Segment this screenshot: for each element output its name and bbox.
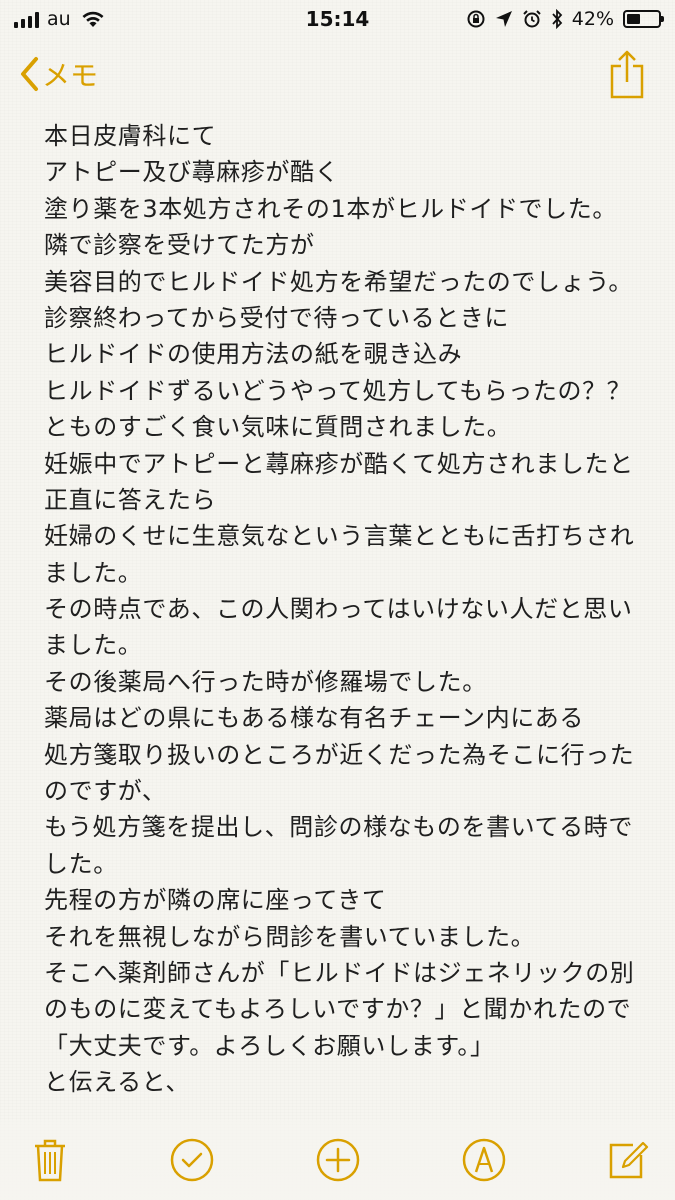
chevron-left-icon xyxy=(21,57,38,91)
battery-percent: 42% xyxy=(571,8,614,30)
bottom-toolbar xyxy=(0,1120,675,1200)
note-line: 正直に答えたら xyxy=(44,485,217,514)
note-line: そこへ薬剤師さんが「ヒルドイドはジェネリックの別 xyxy=(44,958,635,987)
note-line: 「大丈夫です。よろしくお願いします。」 xyxy=(44,1031,495,1060)
battery-icon xyxy=(623,10,664,28)
note-line: のですが、 xyxy=(44,777,167,806)
note-line: のものに変えてもよろしいですか？」と聞かれたので xyxy=(44,995,632,1024)
back-label: メモ xyxy=(42,59,99,92)
checklist-button[interactable] xyxy=(168,1136,216,1184)
note-line: アトピー及び蕁麻疹が酷く xyxy=(44,158,340,187)
note-line: ました。 xyxy=(44,558,143,587)
note-line: 本日皮膚科にて xyxy=(44,122,217,150)
location-icon xyxy=(495,11,512,27)
pen-icon xyxy=(462,1138,506,1182)
orientation-lock-icon xyxy=(467,10,485,28)
nav-bar: メモ xyxy=(0,40,675,110)
battery-level xyxy=(627,14,640,24)
trash-icon xyxy=(35,1139,65,1182)
note-line: とものすごく食い気味に質問されました。 xyxy=(44,413,512,442)
note-line: 妊婦のくせに生意気なという言葉とともに舌打ちされ xyxy=(44,522,635,551)
share-icon xyxy=(610,50,644,99)
note-line: 隣で診察を受けてた方が xyxy=(44,231,315,260)
share-button[interactable] xyxy=(609,50,645,104)
note-line: その後薬局へ行った時が修羅場でした。 xyxy=(44,667,487,696)
note-line: それを無視しながら問診を書いていました。 xyxy=(44,922,536,951)
bluetooth-icon xyxy=(552,9,563,29)
note-line: その時点であ、この人関わってはいけない人だと思い xyxy=(44,595,633,624)
note-line: 先程の方が隣の席に座ってきて xyxy=(44,886,387,915)
note-line: 薬局はどの県にもある様な有名チェーン内にある xyxy=(44,704,584,733)
markup-button[interactable] xyxy=(460,1136,508,1184)
add-icon xyxy=(316,1138,360,1182)
add-button[interactable] xyxy=(314,1136,362,1184)
note-line: と伝えると、 xyxy=(44,1068,190,1097)
checklist-icon xyxy=(170,1138,214,1182)
note-line: した。 xyxy=(44,849,118,878)
status-right: 42% xyxy=(466,8,664,30)
note-text[interactable]: 本日皮膚科にてアトピー及び蕁麻疹が酷く塗り薬を3本処方されその1本がヒルドイドで… xyxy=(44,118,644,1101)
note-line: ヒルドイドの使用方法の紙を覗き込み xyxy=(44,340,463,369)
note-line: ヒルドイドずるいどうやって処方してもらったの？？ xyxy=(44,376,632,405)
note-line: 妊娠中でアトピーと蕁麻疹が酷くて処方されましたと xyxy=(44,449,634,478)
status-bar: au 15:14 42% xyxy=(0,0,675,40)
compose-button[interactable] xyxy=(604,1136,652,1184)
back-button[interactable]: メモ xyxy=(18,54,98,94)
note-line: ました。 xyxy=(44,631,143,660)
alarm-icon xyxy=(523,10,541,28)
trash-button[interactable] xyxy=(26,1136,74,1184)
note-line: もう処方箋を提出し、問診の様なものを書いてる時で xyxy=(44,813,633,842)
note-line: 処方箋取り扱いのところが近くだった為そこに行った xyxy=(44,740,635,769)
note-line: 美容目的でヒルドイド処方を希望だったのでしょう。 xyxy=(44,267,633,296)
compose-icon xyxy=(609,1141,649,1179)
note-line: 塗り薬を3本処方されその1本がヒルドイドでした。 xyxy=(44,194,617,223)
note-line: 診察終わってから受付で待っているときに xyxy=(44,303,509,332)
